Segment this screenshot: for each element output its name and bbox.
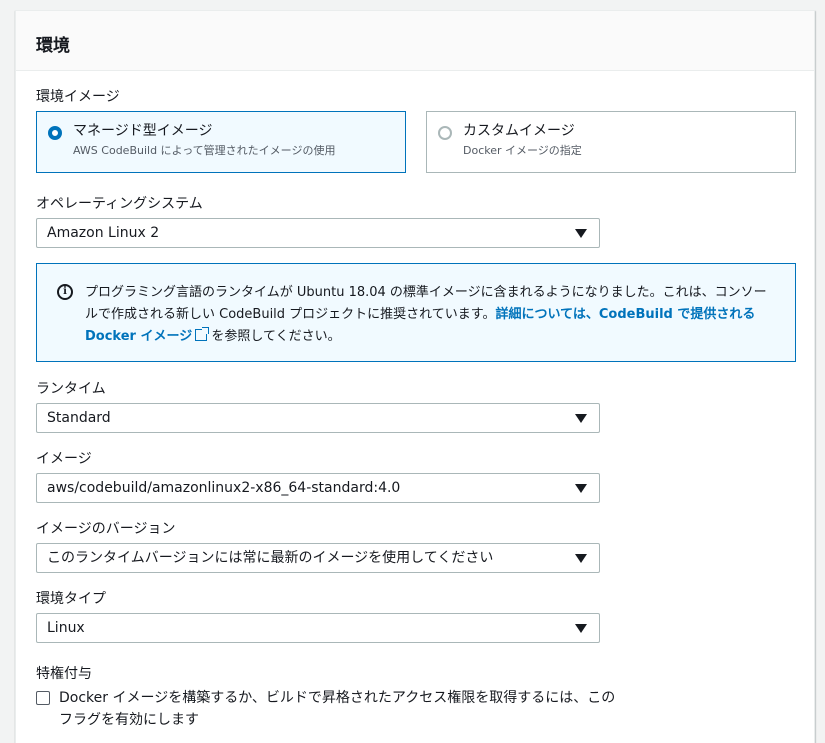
image-version-select-value: このランタイムバージョンには常に最新のイメージを使用してください [47,550,494,566]
custom-image-option[interactable]: カスタムイメージ Docker イメージの指定 [426,111,796,173]
custom-image-description: Docker イメージの指定 [463,144,582,157]
managed-image-description: AWS CodeBuild によって管理されたイメージの使用 [73,144,336,157]
env-type-select[interactable]: Linux [36,613,600,643]
radio-unselected-icon[interactable] [438,126,452,140]
runtime-select-value: Standard [47,410,111,426]
image-version-select[interactable]: このランタイムバージョンには常に最新のイメージを使用してください [36,543,600,573]
os-select[interactable]: Amazon Linux 2 [36,218,600,248]
image-version-label: イメージのバージョン [36,521,176,537]
caret-down-icon [575,229,587,238]
privileged-checkbox-label[interactable]: Docker イメージを構築するか、ビルドで昇格されたアクセス権限を取得するには… [59,687,619,731]
info-message: プログラミング言語のランタイムが Ubuntu 18.04 の標準イメージに含ま… [85,282,775,348]
runtime-label: ランタイム [36,381,106,397]
runtime-select[interactable]: Standard [36,403,600,433]
info-suffix: を参照してください。 [211,329,341,344]
os-label: オペレーティングシステム [36,196,203,212]
image-select[interactable]: aws/codebuild/amazonlinux2-x86_64-standa… [36,473,600,503]
os-select-value: Amazon Linux 2 [47,225,160,241]
image-type-label: 環境イメージ [36,89,120,105]
external-link-icon [195,327,210,341]
info-icon: i [57,284,73,300]
caret-down-icon [575,554,587,563]
env-type-label: 環境タイプ [36,591,106,607]
caret-down-icon [575,414,587,423]
managed-image-option[interactable]: マネージド型イメージ AWS CodeBuild によって管理されたイメージの使… [36,111,406,173]
panel-title: 環境 [36,36,70,56]
info-alert: i プログラミング言語のランタイムが Ubuntu 18.04 の標準イメージに… [36,263,796,362]
image-label: イメージ [36,451,92,467]
privileged-checkbox[interactable] [36,691,50,705]
managed-image-title: マネージド型イメージ [73,123,213,139]
privileged-label: 特権付与 [36,666,92,682]
custom-image-title: カスタムイメージ [463,123,575,139]
caret-down-icon [575,484,587,493]
panel-header: 環境 [16,11,814,71]
caret-down-icon [575,624,587,633]
environment-panel: 環境 環境イメージ マネージド型イメージ AWS CodeBuild によって管… [15,10,815,743]
radio-selected-icon[interactable] [48,126,62,140]
image-select-value: aws/codebuild/amazonlinux2-x86_64-standa… [47,480,401,496]
env-type-select-value: Linux [47,620,85,636]
